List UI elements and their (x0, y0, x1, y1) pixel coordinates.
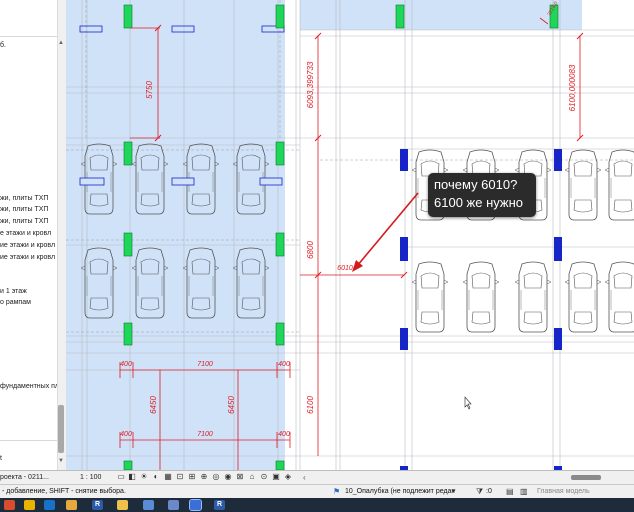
filter-icon[interactable]: ⧩ (476, 487, 483, 497)
browser-item[interactable]: е этажи и кровл (0, 230, 51, 238)
dim-400-b[interactable]: 400 (278, 361, 290, 368)
dim-7100-b[interactable]: 7100 (197, 431, 213, 438)
constraints-icon[interactable]: ▣ (272, 473, 280, 481)
workset-icon: ⚑ (333, 487, 341, 496)
browser-item[interactable]: жи, плиты ТХП (0, 195, 48, 203)
dim-400-d[interactable]: 400 (278, 431, 290, 438)
dim-6093[interactable]: 6093,399733 (306, 61, 315, 108)
browser-item[interactable]: t (0, 455, 2, 463)
chrome-icon[interactable] (24, 500, 35, 510)
revit-icon[interactable] (168, 500, 179, 510)
browser-scrollbar[interactable] (57, 0, 66, 470)
visual-style-icon[interactable]: ◧ (128, 473, 136, 481)
dim-7100-a[interactable]: 7100 (197, 361, 213, 368)
word-label: R (94, 501, 101, 508)
horizontal-scroll-thumb[interactable] (571, 475, 601, 480)
browser-item[interactable]: жи, плиты ТХП (0, 206, 48, 214)
project-browser: б. жи, плиты ТХП жи, плиты ТХП жи, плиты ТХ… (0, 0, 67, 470)
dim-6800[interactable]: 6800 (306, 241, 315, 259)
drawing-canvas[interactable]: 5750 6093,399733 6100,000083 6800 6010 4… (66, 0, 634, 470)
dim-6010[interactable]: 6010 (337, 265, 353, 272)
dim-6100-top[interactable]: 6100,000083 (568, 64, 577, 111)
browser-item[interactable]: и 1 этаж (0, 288, 27, 296)
outlook-icon[interactable] (44, 500, 55, 510)
temporary-properties-icon[interactable]: ◈ (284, 473, 292, 481)
annotation-arrow (352, 192, 419, 272)
unlock-3d-icon[interactable]: ⊕ (200, 473, 208, 481)
dim-5750[interactable]: 5750 (145, 81, 154, 99)
analytical-model-icon[interactable]: ⌂ (248, 473, 256, 481)
render-icon[interactable]: ▦ (164, 473, 172, 481)
network-icon[interactable] (143, 500, 154, 510)
scroll-down-icon[interactable]: ▼ (58, 458, 64, 464)
comment-tooltip: почему 6010? 6100 же нужно (428, 173, 536, 217)
folder-icon[interactable] (66, 500, 77, 510)
selected-region (300, 0, 582, 30)
view-control-bar: 1 : 100 ▭ ◧ ☀ ◐ ▦ ⊡ ⊞ ⊕ ◎ ◉ ⊠ ⌂ ⊙ ▣ ◈ ‹ (66, 470, 634, 485)
browser-item[interactable]: фундаментных пл (0, 383, 59, 391)
editable-only-icon[interactable]: ▤ (506, 487, 514, 496)
dim-6450-b[interactable]: 6450 (227, 396, 236, 414)
status-hint: - добавление, SHIFT - снятие выбора. (2, 488, 126, 495)
project-name: роекта - 0211... (0, 474, 49, 481)
mouse-cursor-icon (464, 396, 472, 410)
dim-400-c[interactable]: 400 (120, 431, 132, 438)
tooltip-line-2: 6100 же нужно (434, 195, 524, 210)
explorer-icon[interactable] (117, 500, 128, 510)
worksharing-display-icon[interactable]: ⊠ (236, 473, 244, 481)
browser-item[interactable]: ие этажи и кровл (0, 242, 55, 250)
dim-400-a[interactable]: 400 (120, 361, 132, 368)
sun-path-icon[interactable]: ☀ (140, 473, 148, 481)
project-name-bar: роекта - 0211... (0, 470, 66, 485)
browser-item[interactable]: б. (0, 42, 6, 50)
scale-selector[interactable]: 1 : 100 (80, 474, 101, 481)
main-model-label[interactable]: Главная модель (537, 488, 590, 495)
crop-view-icon[interactable]: ⊡ (176, 473, 184, 481)
shadows-icon[interactable]: ◐ (152, 473, 160, 481)
scroll-up-icon[interactable]: ▲ (58, 40, 64, 46)
windows-taskbar: RR (0, 498, 634, 512)
edge-icon[interactable] (4, 500, 15, 510)
detail-level-icon[interactable]: ▭ (117, 473, 125, 481)
dim-6450-a[interactable]: 6450 (149, 396, 158, 414)
dim-6100[interactable]: 6100 (306, 396, 315, 414)
show-crop-icon[interactable]: ⊞ (188, 473, 196, 481)
app-active-icon[interactable] (189, 499, 202, 511)
browser-item[interactable]: ие этажи и кровл (0, 254, 55, 262)
browser-item[interactable]: о рампам (0, 299, 31, 307)
design-options-icon[interactable]: ▥ (520, 487, 528, 496)
browser-item[interactable]: жи, плиты ТХП (0, 218, 48, 226)
browser-divider (0, 36, 57, 37)
status-bar: - добавление, SHIFT - снятие выбора. ⚑ 1… (0, 484, 634, 499)
selection-count: :0 (486, 488, 492, 495)
chevron-down-icon[interactable]: ▾ (452, 487, 456, 495)
workset-selector[interactable]: 10_Опалубка (не подлежит редак (345, 488, 455, 495)
selected-region (66, 0, 285, 470)
scroll-left-icon[interactable]: ‹ (303, 473, 306, 482)
browser-divider (0, 440, 57, 441)
reveal-hidden-icon[interactable]: ◉ (224, 473, 232, 481)
temporary-hide-icon[interactable]: ◎ (212, 473, 220, 481)
revit-r-label: R (216, 501, 223, 508)
highlight-displacement-icon[interactable]: ⊙ (260, 473, 268, 481)
tooltip-line-1: почему 6010? (434, 177, 518, 192)
browser-scroll-thumb[interactable] (58, 405, 64, 453)
